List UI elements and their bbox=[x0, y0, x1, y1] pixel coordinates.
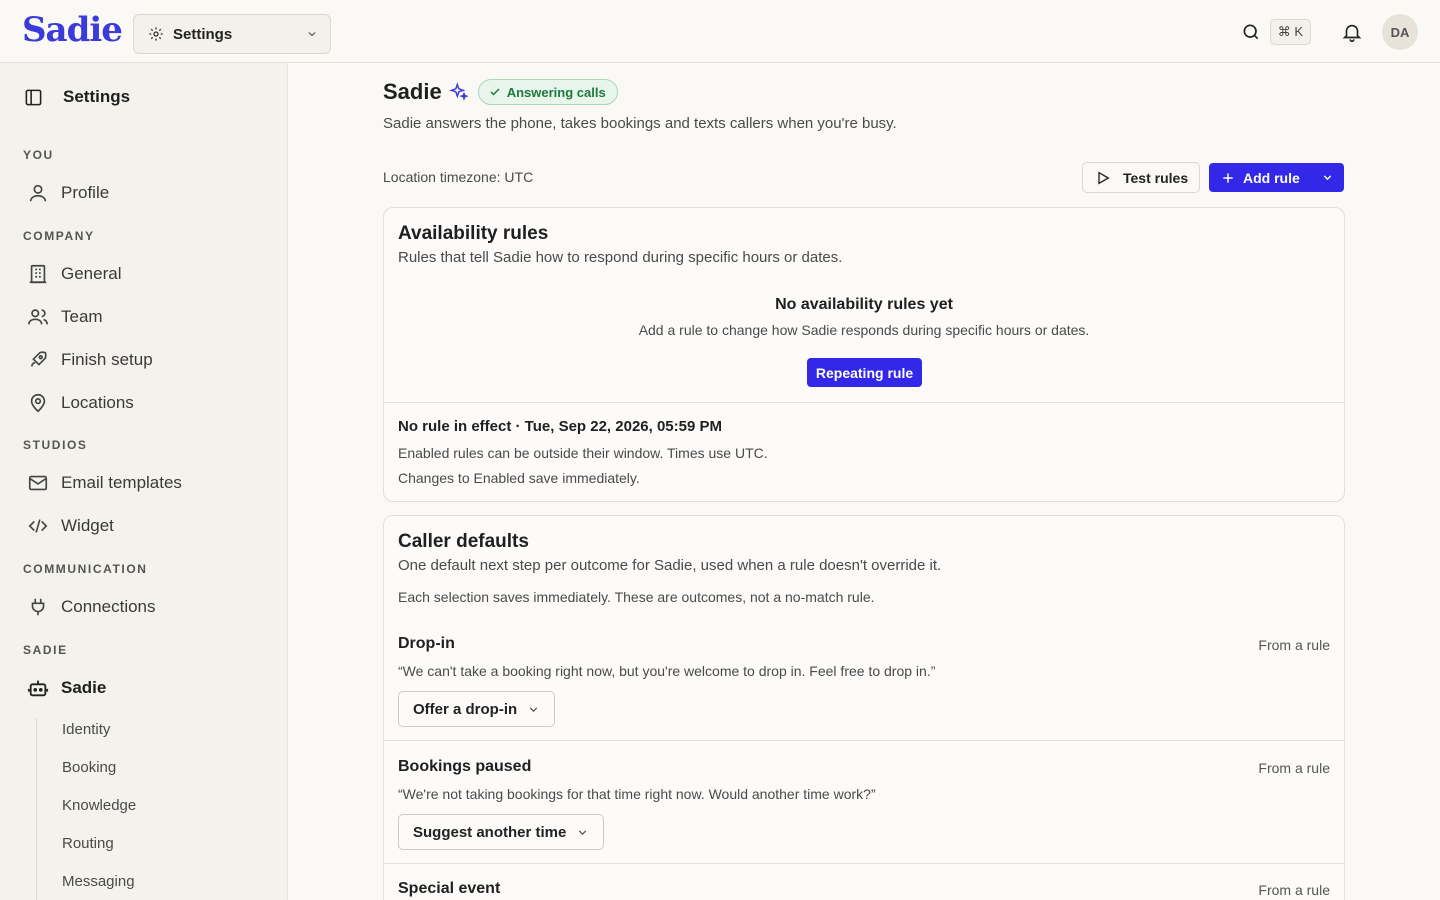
sidebar-item-locations[interactable]: Locations bbox=[26, 388, 134, 418]
outcome-source: From a rule bbox=[1258, 882, 1330, 898]
settings-select[interactable]: Settings bbox=[133, 14, 331, 54]
sidebar-item-profile[interactable]: Profile bbox=[26, 178, 109, 208]
user-icon bbox=[26, 181, 50, 205]
code-icon bbox=[26, 514, 50, 538]
card-note: Each selection saves immediately. These … bbox=[398, 589, 875, 605]
sidebar-item-finish-setup[interactable]: Finish setup bbox=[26, 345, 153, 375]
outcome-source: From a rule bbox=[1258, 760, 1330, 776]
sidebar-item-label: Sadie bbox=[61, 678, 107, 697]
test-rules-label: Test rules bbox=[1123, 169, 1189, 186]
sidebar-title: Settings bbox=[63, 87, 131, 106]
outcome-select-value: Offer a drop-in bbox=[413, 700, 518, 718]
sidebar-toggle-icon[interactable] bbox=[24, 88, 43, 107]
sidebar-item-label: Widget bbox=[61, 516, 114, 535]
gear-icon bbox=[148, 26, 164, 42]
sparkle-icon bbox=[448, 82, 469, 102]
chevron-down-icon[interactable] bbox=[1321, 171, 1334, 184]
top-bar: Sadie Settings ⌘ K DA bbox=[0, 0, 1440, 63]
card-description: Rules that tell Sadie how to respond dur… bbox=[398, 249, 843, 266]
card-title: Caller defaults bbox=[398, 531, 529, 552]
section-communication: COMMUNICATION bbox=[23, 562, 148, 576]
card-title: Availability rules bbox=[398, 223, 549, 244]
sidebar-item-label: Locations bbox=[61, 393, 134, 412]
subnav-line bbox=[36, 718, 37, 900]
avatar[interactable]: DA bbox=[1382, 14, 1418, 50]
divider bbox=[384, 863, 1344, 864]
sidebar-item-team[interactable]: Team bbox=[26, 302, 103, 332]
outcome-quote: “We're not taking bookings for that time… bbox=[398, 786, 876, 802]
status-badge-label: Answering calls bbox=[506, 84, 606, 100]
chevron-down-icon bbox=[306, 28, 318, 40]
sidebar-subitem-messaging[interactable]: Messaging bbox=[62, 873, 135, 890]
empty-state-description: Add a rule to change how Sadie responds … bbox=[638, 322, 1090, 338]
sidebar-item-label: Finish setup bbox=[61, 350, 153, 369]
plug-icon bbox=[26, 595, 50, 619]
chevron-down-icon bbox=[576, 826, 589, 839]
add-rule-button[interactable]: Add rule bbox=[1209, 163, 1344, 192]
outcome-source: From a rule bbox=[1258, 637, 1330, 653]
page-subtitle: Sadie answers the phone, takes bookings … bbox=[383, 115, 897, 132]
sidebar-item-connections[interactable]: Connections bbox=[26, 592, 156, 622]
check-icon bbox=[489, 86, 501, 98]
rule-status-note: Changes to Enabled save immediately. bbox=[398, 470, 640, 486]
rule-status-note: Enabled rules can be outside their windo… bbox=[398, 445, 768, 461]
building-icon bbox=[26, 262, 50, 286]
section-sadie: SADIE bbox=[23, 643, 68, 657]
play-icon bbox=[1095, 170, 1111, 186]
outcome-select[interactable]: Suggest another time bbox=[398, 814, 605, 850]
section-studios: STUDIOS bbox=[23, 438, 88, 452]
divider bbox=[384, 740, 1344, 741]
divider bbox=[384, 402, 1344, 403]
section-you: YOU bbox=[23, 148, 54, 162]
settings-select-label: Settings bbox=[173, 25, 233, 43]
logo[interactable]: Sadie bbox=[22, 10, 123, 50]
add-rule-label: Add rule bbox=[1243, 169, 1300, 186]
card-description: One default next step per outcome for Sa… bbox=[398, 557, 942, 574]
page-title: Sadie bbox=[383, 79, 442, 104]
sidebar-subitem-knowledge[interactable]: Knowledge bbox=[62, 797, 136, 814]
empty-state-title: No availability rules yet bbox=[775, 296, 953, 313]
sidebar-item-sadie[interactable]: Sadie bbox=[26, 673, 106, 703]
sidebar-item-label: Connections bbox=[61, 597, 156, 616]
status-badge: Answering calls bbox=[477, 79, 618, 105]
rule-status-title: No rule in effect · Tue, Sep 22, 2026, 0… bbox=[398, 418, 723, 435]
section-company: COMPANY bbox=[23, 229, 95, 243]
outcome-title: Special event bbox=[398, 880, 501, 897]
mail-icon bbox=[26, 471, 50, 495]
sidebar-header: Settings bbox=[24, 87, 130, 107]
map-pin-icon bbox=[26, 391, 50, 415]
bell-icon[interactable] bbox=[1341, 21, 1363, 43]
sidebar-item-label: Profile bbox=[61, 183, 110, 202]
caller-defaults-card: Caller defaults One default next step pe… bbox=[383, 515, 1345, 900]
sidebar-subitem-routing[interactable]: Routing bbox=[62, 835, 114, 852]
shortcut-hint: ⌘ K bbox=[1269, 19, 1311, 45]
availability-rules-card: Availability rules Rules that tell Sadie… bbox=[383, 207, 1345, 502]
test-rules-button[interactable]: Test rules bbox=[1082, 162, 1200, 193]
outcome-select-value: Suggest another time bbox=[413, 823, 567, 841]
rocket-icon bbox=[26, 348, 50, 372]
sidebar-item-label: Email templates bbox=[61, 473, 182, 492]
search-icon[interactable] bbox=[1241, 22, 1261, 42]
chevron-down-icon bbox=[527, 703, 540, 716]
repeating-rule-button[interactable]: Repeating rule bbox=[807, 358, 922, 387]
outcome-title: Bookings paused bbox=[398, 758, 532, 775]
plus-icon bbox=[1221, 171, 1235, 185]
outcome-quote: “We can't take a booking right now, but … bbox=[398, 663, 936, 679]
outcome-title: Drop-in bbox=[398, 635, 455, 652]
sidebar-item-label: Team bbox=[61, 307, 103, 326]
sidebar-subitem-identity[interactable]: Identity bbox=[62, 721, 110, 738]
page-header: Sadie Answering calls bbox=[383, 79, 618, 105]
main-content: Sadie Answering calls Sadie answers the … bbox=[288, 63, 1440, 900]
sidebar-item-email-templates[interactable]: Email templates bbox=[26, 468, 182, 498]
bot-icon bbox=[26, 676, 50, 700]
sidebar: Settings YOU Profile COMPANY General Tea… bbox=[0, 63, 288, 900]
timezone-label: Location timezone: UTC bbox=[383, 169, 534, 185]
sidebar-item-widget[interactable]: Widget bbox=[26, 511, 114, 541]
sidebar-item-general[interactable]: General bbox=[26, 259, 121, 289]
users-icon bbox=[26, 305, 50, 329]
sidebar-subitem-booking[interactable]: Booking bbox=[62, 759, 116, 776]
outcome-select[interactable]: Offer a drop-in bbox=[398, 691, 556, 727]
sidebar-item-label: General bbox=[61, 264, 122, 283]
